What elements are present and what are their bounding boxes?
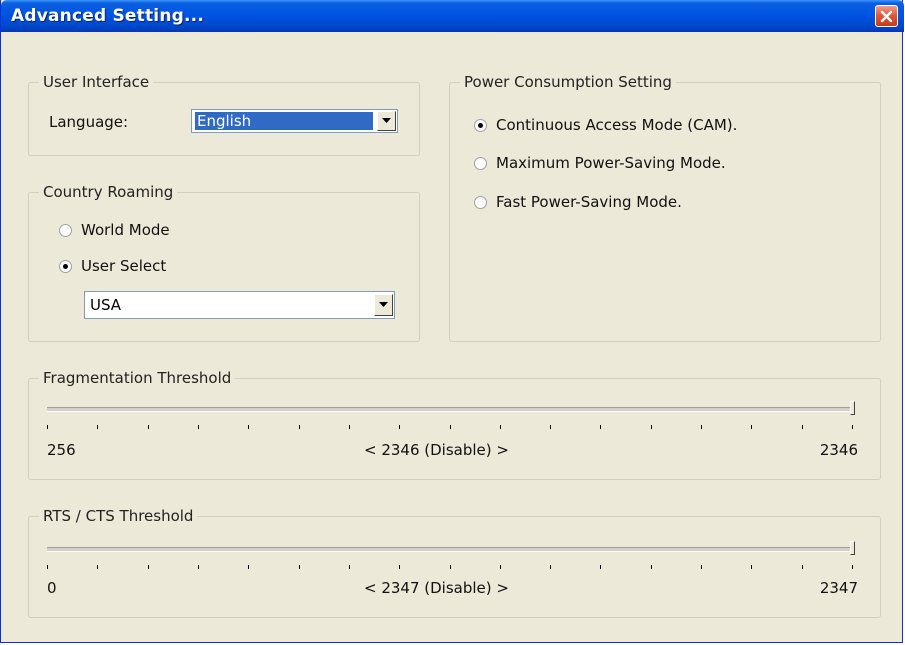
country-value: USA <box>90 296 122 314</box>
rts-cts-min-label: 0 <box>47 579 57 597</box>
country-dropdown[interactable]: USA <box>84 291 395 319</box>
slider-tick <box>550 425 551 429</box>
slider-tick <box>450 425 451 429</box>
slider-tick <box>751 425 752 429</box>
language-dropdown-button[interactable] <box>377 111 396 131</box>
cam-mode-label: Continuous Access Mode (CAM). <box>496 116 738 134</box>
world-mode-label: World Mode <box>81 221 170 239</box>
slider-tick <box>299 425 300 429</box>
language-label: Language: <box>49 113 129 131</box>
slider-tick <box>198 425 199 429</box>
slider-tick <box>97 565 98 569</box>
language-value: English <box>195 112 373 130</box>
slider-tick <box>651 425 652 429</box>
country-dropdown-button[interactable] <box>374 294 393 316</box>
slider-tick <box>701 565 702 569</box>
slider-thumb[interactable] <box>850 401 855 415</box>
chevron-down-icon <box>382 118 391 123</box>
slider-tick <box>701 425 702 429</box>
radio-button[interactable] <box>474 196 487 209</box>
slider-tick <box>802 425 803 429</box>
radio-button[interactable] <box>59 260 72 273</box>
rts-cts-threshold-legend: RTS / CTS Threshold <box>39 507 198 525</box>
slider-tick <box>500 565 501 569</box>
radio-selected-dot <box>63 264 68 269</box>
chevron-down-icon <box>379 302 388 307</box>
slider-tick <box>148 565 149 569</box>
fragmentation-slider[interactable] <box>47 401 855 441</box>
slider-tick <box>349 565 350 569</box>
fragmentation-threshold-group: Fragmentation Threshold 256 < 2346 (Disa… <box>28 369 881 480</box>
slider-tick <box>47 565 48 569</box>
fragmentation-current-label: < 2346 (Disable) > <box>364 441 509 459</box>
slider-tick <box>248 425 249 429</box>
language-dropdown[interactable]: English <box>191 109 398 133</box>
slider-tick <box>450 565 451 569</box>
radio-selected-dot <box>478 123 483 128</box>
fragmentation-threshold-legend: Fragmentation Threshold <box>39 369 236 387</box>
slider-tick <box>600 565 601 569</box>
slider-tick <box>550 565 551 569</box>
slider-tick <box>600 425 601 429</box>
radio-button[interactable] <box>474 157 487 170</box>
slider-tick <box>349 425 350 429</box>
close-button[interactable] <box>875 5 898 27</box>
slider-tick <box>47 425 48 429</box>
rts-cts-slider[interactable] <box>47 541 855 581</box>
user-interface-group: User Interface Language: English <box>28 73 420 156</box>
slider-tick <box>852 565 853 569</box>
slider-tick <box>500 425 501 429</box>
slider-tick <box>651 565 652 569</box>
slider-tick <box>852 425 853 429</box>
slider-tick <box>299 565 300 569</box>
close-icon <box>880 10 893 22</box>
power-consumption-legend: Power Consumption Setting <box>460 73 676 91</box>
slider-tick <box>248 565 249 569</box>
slider-tick <box>751 565 752 569</box>
dialog-body: User Interface Language: English Country… <box>4 32 901 639</box>
fragmentation-max-label: 2346 <box>819 441 858 459</box>
country-roaming-legend: Country Roaming <box>39 183 178 201</box>
slider-tick <box>97 425 98 429</box>
slider-thumb[interactable] <box>850 541 855 555</box>
slider-track <box>47 547 855 552</box>
radio-button[interactable] <box>474 119 487 132</box>
slider-tick <box>802 565 803 569</box>
title-bar[interactable]: Advanced Setting... <box>1 0 904 32</box>
country-roaming-group: Country Roaming World Mode User Select U… <box>28 183 420 342</box>
power-consumption-group: Power Consumption Setting Continuous Acc… <box>449 73 881 342</box>
rts-cts-current-label: < 2347 (Disable) > <box>364 579 509 597</box>
user-interface-legend: User Interface <box>39 73 154 91</box>
fragmentation-min-label: 256 <box>47 441 76 459</box>
max-power-saving-label: Maximum Power-Saving Mode. <box>496 154 726 172</box>
slider-tick <box>399 565 400 569</box>
rts-cts-threshold-group: RTS / CTS Threshold 0 < 2347 (Disable) >… <box>28 507 881 618</box>
slider-tick <box>198 565 199 569</box>
slider-tick <box>399 425 400 429</box>
fast-power-saving-label: Fast Power-Saving Mode. <box>496 193 682 211</box>
radio-button[interactable] <box>59 224 72 237</box>
advanced-setting-dialog: Advanced Setting... User Interface Langu… <box>0 0 904 643</box>
rts-cts-max-label: 2347 <box>819 579 858 597</box>
window-title: Advanced Setting... <box>11 6 204 26</box>
slider-tick <box>148 425 149 429</box>
slider-track <box>47 407 855 412</box>
user-select-label: User Select <box>81 257 167 275</box>
